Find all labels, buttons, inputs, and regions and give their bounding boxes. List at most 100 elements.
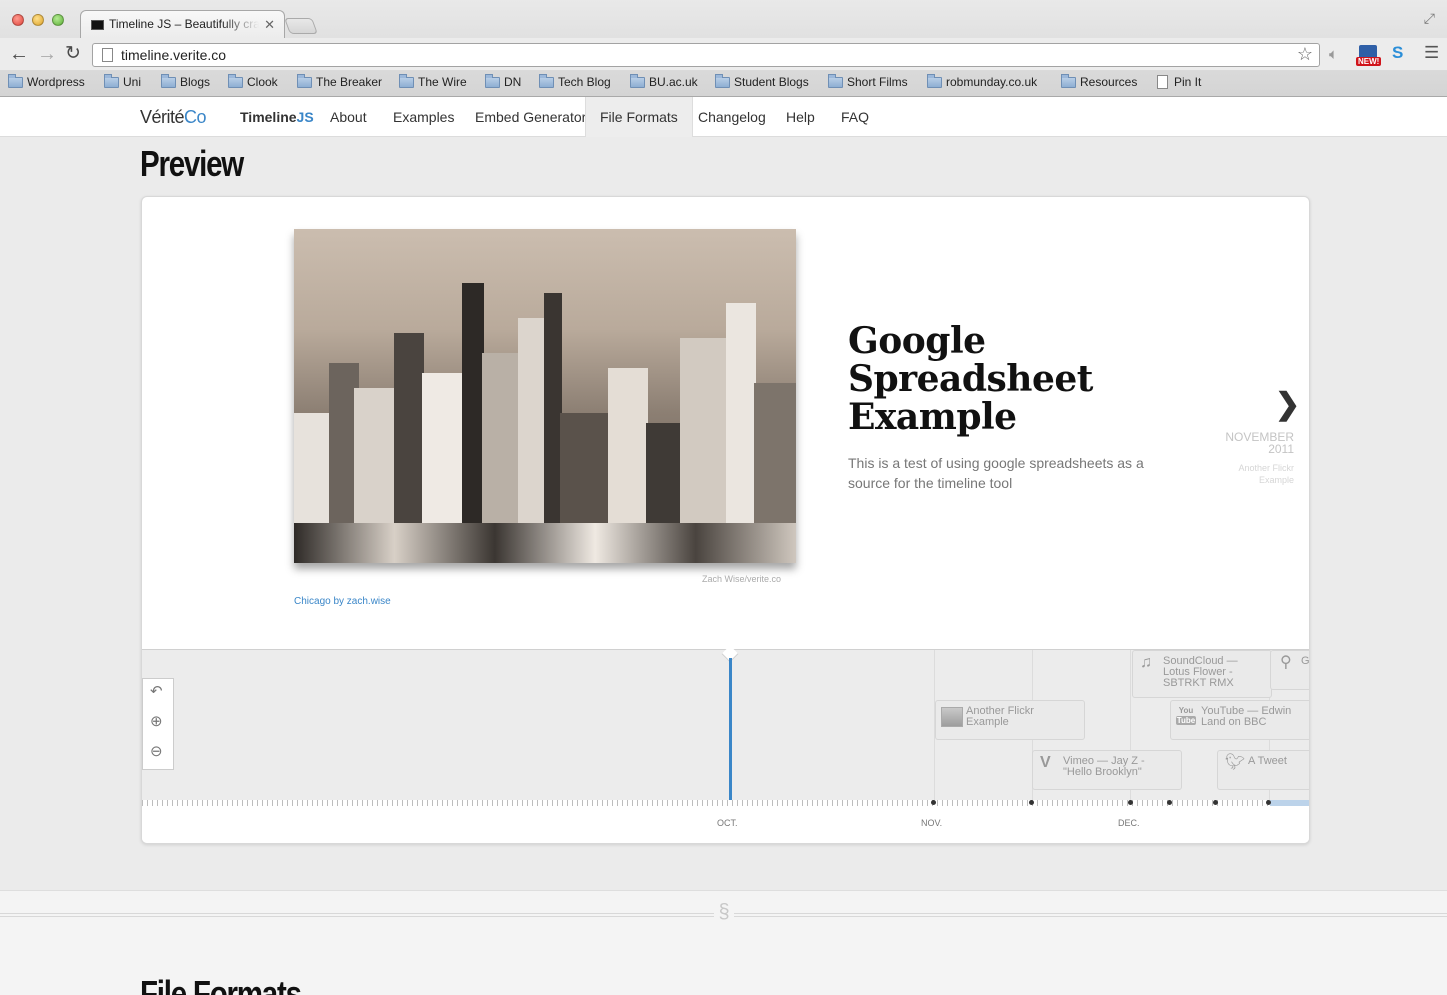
favicon-icon — [91, 20, 104, 30]
timeline-event[interactable]: You Tube YouTube — Edwin Land on BBC — [1170, 700, 1309, 740]
folder-icon — [927, 74, 942, 88]
address-bar[interactable]: timeline.verite.co ☆ — [92, 43, 1320, 67]
event-dot[interactable] — [1128, 800, 1133, 805]
site-nav: VéritéCo TimelineJS About Examples Embed… — [0, 97, 1447, 137]
url-text: timeline.verite.co — [121, 47, 227, 63]
nav-item-changelog[interactable]: Changelog — [698, 97, 766, 137]
bookmark-item[interactable]: Tech Blog — [539, 74, 611, 89]
extension-new-icon[interactable]: NEW! — [1356, 45, 1382, 67]
menu-icon[interactable]: ☰ — [1424, 43, 1439, 63]
nav-item-faq[interactable]: FAQ — [841, 97, 869, 137]
bookmark-item[interactable]: The Breaker — [297, 74, 382, 89]
bookmark-item[interactable]: DN — [485, 74, 521, 89]
image-thumbnail-icon — [941, 707, 963, 727]
section-symbol: § — [714, 901, 734, 924]
month-label: DEC. — [1118, 818, 1140, 828]
page-icon — [102, 48, 113, 62]
media-credit: Zach Wise/verite.co — [702, 574, 782, 584]
folder-icon — [828, 74, 843, 88]
zoom-in-icon[interactable]: ⊕ — [150, 712, 163, 730]
bookmarks-bar: Wordpress Uni Blogs Clook The Breaker Th… — [0, 71, 1447, 95]
next-slide-date[interactable]: NOVEMBER 2011 — [1225, 431, 1294, 455]
month-label: OCT. — [717, 818, 738, 828]
tab-close-icon[interactable]: ✕ — [264, 17, 275, 33]
folder-icon — [399, 74, 414, 88]
bookmark-item[interactable]: Clook — [228, 74, 278, 89]
media-caption-link[interactable]: Chicago by zach.wise — [294, 596, 391, 607]
next-slide-arrow-icon[interactable]: ❯ — [1275, 387, 1300, 422]
event-dot[interactable] — [931, 800, 936, 805]
bookmark-item[interactable]: Short Films — [828, 74, 908, 89]
window-maximize-button[interactable] — [52, 14, 64, 26]
back-to-start-icon[interactable]: ↶ — [150, 682, 163, 700]
month-label: NOV. — [921, 818, 943, 828]
bookmark-item[interactable]: Blogs — [161, 74, 210, 89]
browser-chrome: Timeline JS – Beautifully crafted timeli… — [0, 0, 1447, 97]
file-formats-heading: File Formats — [140, 973, 302, 995]
timeline-event[interactable]: Another Flickr Example — [935, 700, 1085, 740]
ruler-ticks — [142, 800, 1309, 806]
window-close-button[interactable] — [12, 14, 24, 26]
timeline-ruler[interactable]: OCT. NOV. DEC. — [142, 800, 1309, 843]
forward-arrow-icon[interactable]: → — [37, 43, 57, 65]
bookmark-star-icon[interactable]: ☆ — [1297, 44, 1313, 65]
folder-icon — [228, 74, 243, 88]
nav-item-embed-generator[interactable]: Embed Generator — [475, 97, 586, 137]
visible-range-highlight — [1270, 800, 1309, 806]
timeline-event[interactable]: ⚲ G — [1270, 650, 1309, 690]
zoom-out-icon[interactable]: ⊖ — [150, 742, 163, 760]
nav-item-examples[interactable]: Examples — [393, 97, 454, 137]
tab-title: Timeline JS – Beautifully crafted timeli… — [109, 17, 259, 31]
section-divider: § File Formats — [0, 890, 1447, 995]
bookmark-item[interactable]: robmunday.co.uk — [927, 74, 1037, 89]
folder-icon — [630, 74, 645, 88]
timeline-event[interactable]: V Vimeo — Jay Z - "Hello Brooklyn" — [1032, 750, 1182, 790]
reload-icon[interactable]: ↻ — [65, 43, 81, 65]
folder-icon — [104, 74, 119, 88]
page-icon — [1157, 75, 1168, 89]
page-title: Preview — [140, 143, 244, 184]
folder-icon — [8, 74, 23, 88]
bookmark-item[interactable]: BU.ac.uk — [630, 74, 698, 89]
slide-body: This is a test of using google spreadshe… — [848, 455, 1144, 491]
slide-headline: Google Spreadsheet Example — [848, 320, 1093, 438]
veriteco-logo[interactable]: VéritéCo — [140, 107, 207, 128]
next-slide-title[interactable]: Another Flickr Example — [1238, 462, 1294, 486]
twitter-bird-icon: 🐦︎ — [1225, 754, 1246, 771]
folder-icon — [485, 74, 500, 88]
timeline-event[interactable]: ♫ SoundCloud — Lotus Flower - SBTRKT RMX — [1132, 650, 1272, 698]
nav-item-file-formats[interactable]: File Formats — [585, 97, 693, 137]
extension-s-icon[interactable]: S — [1392, 43, 1403, 63]
fullscreen-icon[interactable]: ⤢ — [1424, 10, 1435, 27]
bookmark-item[interactable]: Pin It — [1155, 75, 1201, 89]
bookmark-item[interactable]: The Wire — [399, 74, 467, 89]
event-dot[interactable] — [1167, 800, 1172, 805]
timeline-event[interactable]: 🐦︎ A Tweet — [1217, 750, 1309, 790]
bookmark-item[interactable]: Resources — [1061, 74, 1137, 89]
folder-icon — [539, 74, 554, 88]
bookmark-item[interactable]: Uni — [104, 74, 141, 89]
event-dot[interactable] — [1029, 800, 1034, 805]
event-dot[interactable] — [1213, 800, 1218, 805]
browser-toolbar: ← → ↻ timeline.verite.co ☆ 🔈︎ NEW! S ☰ — [0, 38, 1447, 70]
slide-photo[interactable] — [294, 229, 796, 563]
nav-item-about[interactable]: About — [330, 97, 367, 137]
new-tab-button[interactable] — [284, 18, 318, 34]
bookmark-item[interactable]: Wordpress — [8, 74, 85, 89]
back-arrow-icon[interactable]: ← — [9, 43, 29, 65]
timeline-controls: ↶ ⊕ ⊖ — [142, 678, 174, 770]
folder-icon — [297, 74, 312, 88]
window-minimize-button[interactable] — [32, 14, 44, 26]
timeline-navigator[interactable]: ↶ ⊕ ⊖ ♫ SoundCloud — Lotus Flower - SBTR… — [142, 645, 1309, 843]
new-badge: NEW! — [1356, 57, 1382, 66]
nav-item-help[interactable]: Help — [786, 97, 815, 137]
folder-icon — [1061, 74, 1076, 88]
browser-tab[interactable]: Timeline JS – Beautifully crafted timeli… — [80, 10, 285, 38]
nav-item-timelinejs[interactable]: TimelineJS — [240, 97, 314, 137]
speaker-icon[interactable]: 🔈︎ — [1329, 46, 1338, 63]
timeline-preview: Zach Wise/verite.co Chicago by zach.wise… — [141, 196, 1310, 844]
event-dot[interactable] — [1266, 800, 1271, 805]
map-pin-icon: ⚲ — [1280, 654, 1292, 671]
current-position-marker — [729, 658, 732, 803]
bookmark-item[interactable]: Student Blogs — [715, 74, 809, 89]
